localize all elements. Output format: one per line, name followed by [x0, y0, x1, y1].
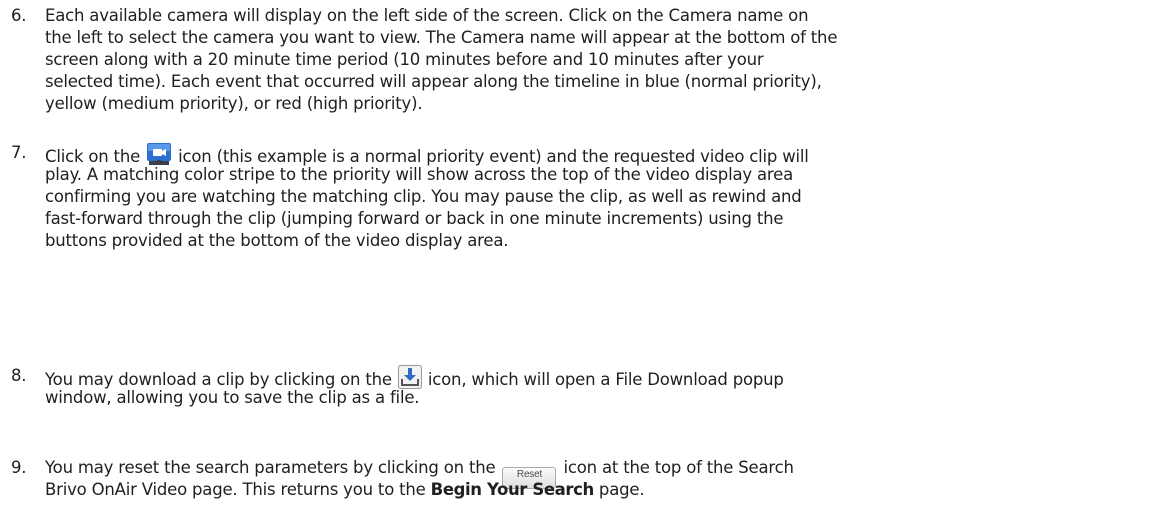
step-line: confirming you are watching the matching… [45, 187, 802, 206]
step-line-part: icon, which will open a File Download po… [427, 370, 784, 389]
step-line: screen along with a 20 minute time perio… [45, 50, 764, 69]
step-line-part: page. [598, 480, 645, 499]
step-line: fast-forward through the clip (jumping f… [45, 209, 784, 228]
step-line: selected time). Each event that occurred… [45, 72, 822, 91]
step-line-with-button: You may reset the search parameters by c… [45, 457, 1145, 489]
begin-your-search-page-name: Begin Your Search [430, 480, 595, 499]
step-line: buttons provided at the bottom of the vi… [45, 231, 509, 250]
step-line: Each available camera will display on th… [45, 6, 809, 25]
step-number: 6. [11, 6, 27, 25]
step-line: yellow (medium priority), or red (high p… [45, 94, 423, 113]
step-line-part: icon at the top of the Search [563, 458, 794, 477]
step-line-with-icon: You may download a clip by clicking on t… [45, 365, 1145, 389]
document-page: 6. Each available camera will display on… [0, 0, 1159, 516]
step-number: 7. [11, 143, 27, 162]
step-text: Click on the icon (this example is a nor… [45, 142, 1145, 252]
step-number: 9. [11, 458, 27, 477]
step-line-part: You may reset the search parameters by c… [45, 458, 496, 477]
step-line: the left to select the camera you want t… [45, 28, 838, 47]
step-line-part: Brivo OnAir Video page. This returns you… [45, 480, 426, 499]
step-text: You may download a clip by clicking on t… [45, 365, 1145, 409]
download-icon[interactable] [397, 365, 422, 389]
step-line-with-icon: Click on the icon (this example is a nor… [45, 142, 1145, 166]
step-line-with-bold: Brivo OnAir Video page. This returns you… [45, 479, 1145, 501]
step-number: 8. [11, 366, 27, 385]
step-text: Each available camera will display on th… [45, 5, 1145, 115]
video-camera-icon[interactable] [146, 142, 172, 166]
step-line: window, allowing you to save the clip as… [45, 388, 420, 407]
step-text: You may reset the search parameters by c… [45, 457, 1145, 501]
step-line: play. A matching color stripe to the pri… [45, 165, 793, 184]
